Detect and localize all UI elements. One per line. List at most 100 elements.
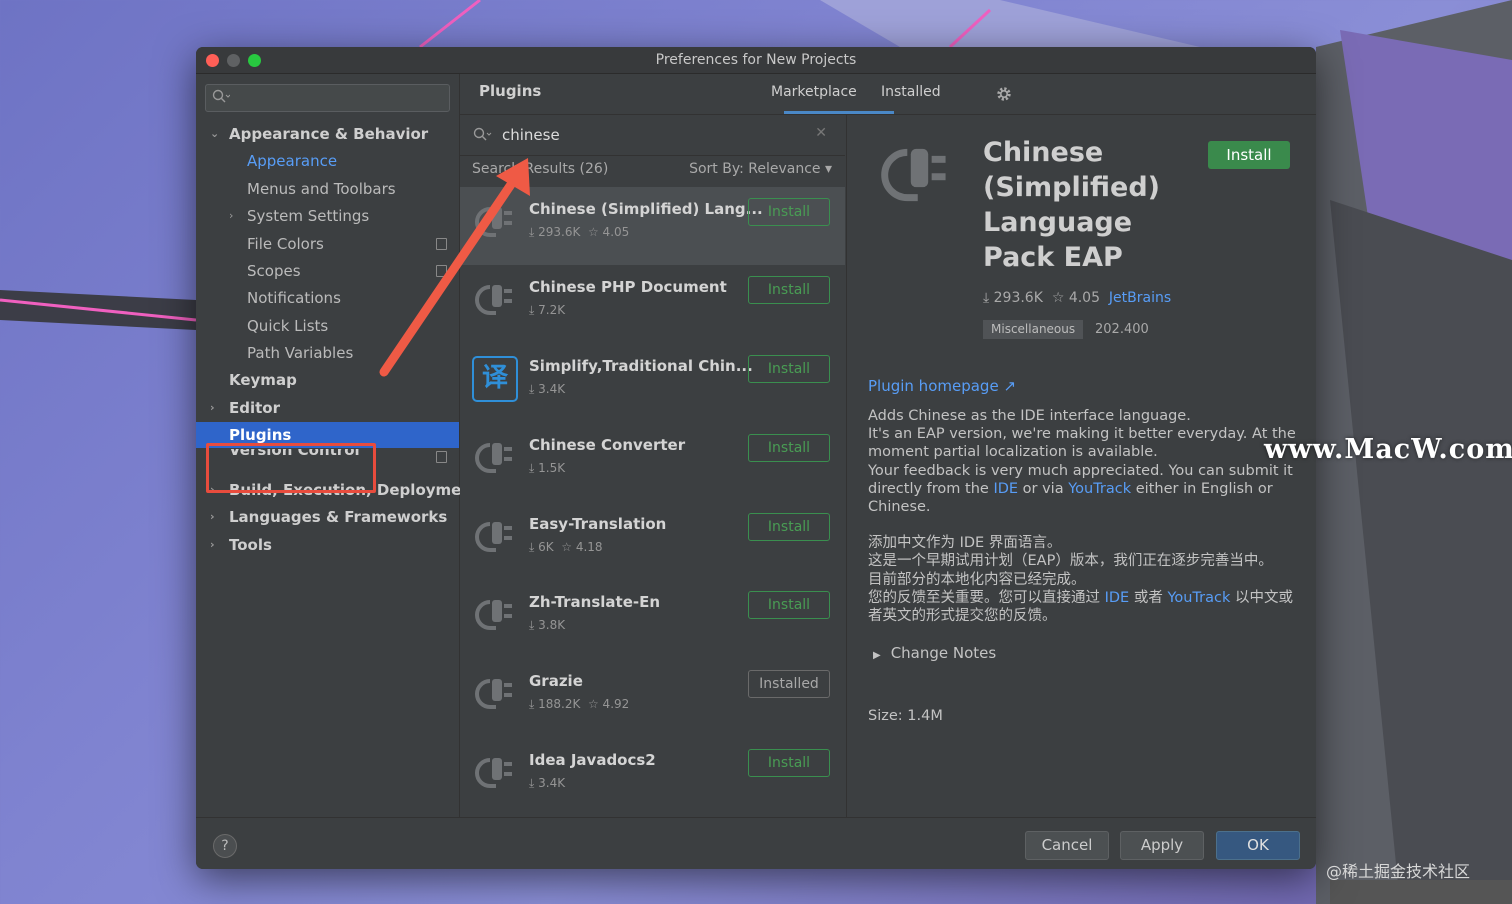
vendor-link[interactable]: JetBrains [1109, 290, 1171, 306]
minimize-window-button[interactable] [227, 54, 240, 67]
cancel-button[interactable]: Cancel [1025, 831, 1109, 860]
results-bar: Search Results (26) Sort By: Relevance ▾ [472, 161, 832, 177]
apply-button[interactable]: Apply [1120, 831, 1204, 860]
help-button[interactable]: ? [213, 834, 237, 858]
ide-link[interactable]: IDE [1105, 590, 1130, 606]
youtrack-link[interactable]: YouTrack [1167, 590, 1230, 606]
plugin-search-input[interactable]: chinese ✕ [460, 115, 845, 156]
tree-path-variables[interactable]: Path Variables [196, 340, 459, 366]
chevron-right-icon: › [229, 209, 234, 222]
tree-keymap[interactable]: Keymap [196, 367, 459, 393]
plugin-name: Simplify,Traditional Chin... [529, 357, 753, 375]
tree-file-colors[interactable]: File Colors [196, 231, 459, 257]
plugin-name: Chinese Converter [529, 436, 686, 454]
install-button[interactable]: Install [748, 513, 830, 541]
plugin-row[interactable]: Zh-Translate-En ⤓ 3.8K Install [460, 580, 845, 658]
dialog-footer: ? Cancel Apply OK [196, 817, 1316, 869]
settings-sidebar: ⌄ Appearance & Behavior Appearance Menus… [196, 74, 479, 817]
tab-marketplace[interactable]: Marketplace [771, 84, 857, 100]
plugin-meta: ⤓ 293.6K ☆ 4.05 [529, 225, 630, 239]
ide-link[interactable]: IDE [993, 481, 1018, 497]
window-title: Preferences for New Projects [655, 52, 857, 68]
tab-installed[interactable]: Installed [881, 84, 941, 100]
sort-dropdown[interactable]: Sort By: Relevance ▾ [689, 161, 832, 177]
plugin-row[interactable]: Chinese Converter ⤓ 1.5K Install [460, 423, 845, 501]
plugin-size: Size: 1.4M [868, 708, 943, 724]
tree-menus-toolbars[interactable]: Menus and Toolbars [196, 176, 459, 202]
plugin-row[interactable]: 译 Simplify,Traditional Chin... ⤓ 3.4K In… [460, 344, 845, 422]
chevron-down-icon: ⌄ [210, 127, 220, 140]
install-button[interactable]: Install [748, 276, 830, 304]
tree-system-settings[interactable]: › System Settings [196, 203, 459, 229]
plugin-name: Idea Javadocs2 [529, 751, 656, 769]
project-scope-icon [436, 265, 447, 277]
tree-appearance[interactable]: Appearance [196, 148, 459, 174]
plugin-homepage-link[interactable]: Plugin homepage ↗ [868, 377, 1016, 395]
plugin-meta: ⤓ 6K ☆ 4.18 [529, 540, 603, 554]
change-notes-toggle[interactable]: ▶ Change Notes [873, 644, 996, 662]
triangle-right-icon: ▶ [873, 650, 881, 661]
detail-install-button[interactable]: Install [1208, 141, 1290, 169]
page-title: Plugins [479, 82, 542, 100]
plugin-icon [475, 600, 512, 630]
plugin-name: Chinese (Simplified) Lang... [529, 200, 763, 218]
plugin-name: Grazie [529, 672, 583, 690]
plugin-meta: ⤓ 3.4K [529, 382, 566, 396]
project-scope-icon [436, 451, 447, 463]
plugin-row[interactable]: Chinese (Simplified) Lang... ⤓ 293.6K ☆ … [460, 187, 845, 265]
plugin-meta: ⤓ 7.2K [529, 303, 566, 317]
plugin-meta: ⤓ 1.5K [529, 461, 566, 475]
plugin-icon [475, 285, 512, 315]
tree-scopes[interactable]: Scopes [196, 258, 459, 284]
chevron-right-icon: › [210, 510, 215, 523]
plugin-name: Chinese PHP Document [529, 278, 727, 296]
translate-icon: 译 [472, 356, 518, 402]
chevron-right-icon: › [210, 538, 215, 551]
results-count: Search Results (26) [472, 161, 609, 177]
plugin-row[interactable]: Easy-Translation ⤓ 6K ☆ 4.18 Install [460, 502, 845, 580]
title-bar: Preferences for New Projects [196, 47, 1316, 74]
plugin-row[interactable]: Idea Javadocs2 ⤓ 3.4K Install [460, 738, 845, 816]
zoom-window-button[interactable] [248, 54, 261, 67]
youtrack-link[interactable]: YouTrack [1068, 481, 1131, 497]
search-icon [473, 127, 492, 141]
plugins-header: Plugins Marketplace Installed [460, 74, 1316, 115]
tree-languages-frameworks[interactable]: › Languages & Frameworks [196, 504, 459, 530]
tree-appearance-behavior[interactable]: ⌄ Appearance & Behavior [196, 121, 459, 147]
plugin-row[interactable]: Chinese PHP Document ⤓ 7.2K Install [460, 265, 845, 343]
chevron-right-icon: › [210, 401, 215, 414]
gear-icon[interactable] [995, 85, 1013, 103]
plugin-stats: ⤓ 293.6K ☆ 4.05 JetBrains [983, 290, 1172, 306]
install-button[interactable]: Install [748, 198, 830, 226]
plugin-icon [475, 679, 512, 709]
plugin-large-icon [881, 148, 946, 202]
install-button[interactable]: Install [748, 434, 830, 462]
ok-button[interactable]: OK [1216, 831, 1300, 860]
plugin-icon [475, 207, 512, 237]
install-button[interactable]: Install [748, 591, 830, 619]
install-button[interactable]: Install [748, 355, 830, 383]
watermark-text: www.MacW.com [1264, 434, 1512, 465]
search-icon [212, 89, 230, 103]
plugin-detail-panel: Chinese (Simplified) Language Pack EAP I… [846, 115, 1316, 817]
plugin-icon [475, 443, 512, 473]
plugin-detail-name: Chinese (Simplified) Language Pack EAP [983, 137, 1161, 273]
project-scope-icon [436, 238, 447, 250]
tree-notifications[interactable]: Notifications [196, 285, 459, 311]
plugin-row[interactable]: Grazie ⤓ 188.2K ☆ 4.92 Installed [460, 659, 845, 737]
preferences-window: Preferences for New Projects ⌄ Appearanc… [196, 47, 1316, 869]
installed-button[interactable]: Installed [748, 670, 830, 698]
install-button[interactable]: Install [748, 749, 830, 777]
clear-search-icon[interactable]: ✕ [815, 125, 827, 141]
tree-quick-lists[interactable]: Quick Lists [196, 313, 459, 339]
plugin-name: Easy-Translation [529, 515, 667, 533]
plugin-name: Zh-Translate-En [529, 593, 661, 611]
tree-editor[interactable]: › Editor [196, 395, 459, 421]
search-value: chinese [502, 126, 560, 144]
plugin-meta: ⤓ 188.2K ☆ 4.92 [529, 697, 630, 711]
category-tag: Miscellaneous [983, 320, 1084, 339]
close-window-button[interactable] [206, 54, 219, 67]
plugin-meta: ⤓ 3.4K [529, 776, 566, 790]
settings-search-input[interactable] [205, 84, 450, 112]
tree-tools[interactable]: › Tools [196, 532, 459, 558]
